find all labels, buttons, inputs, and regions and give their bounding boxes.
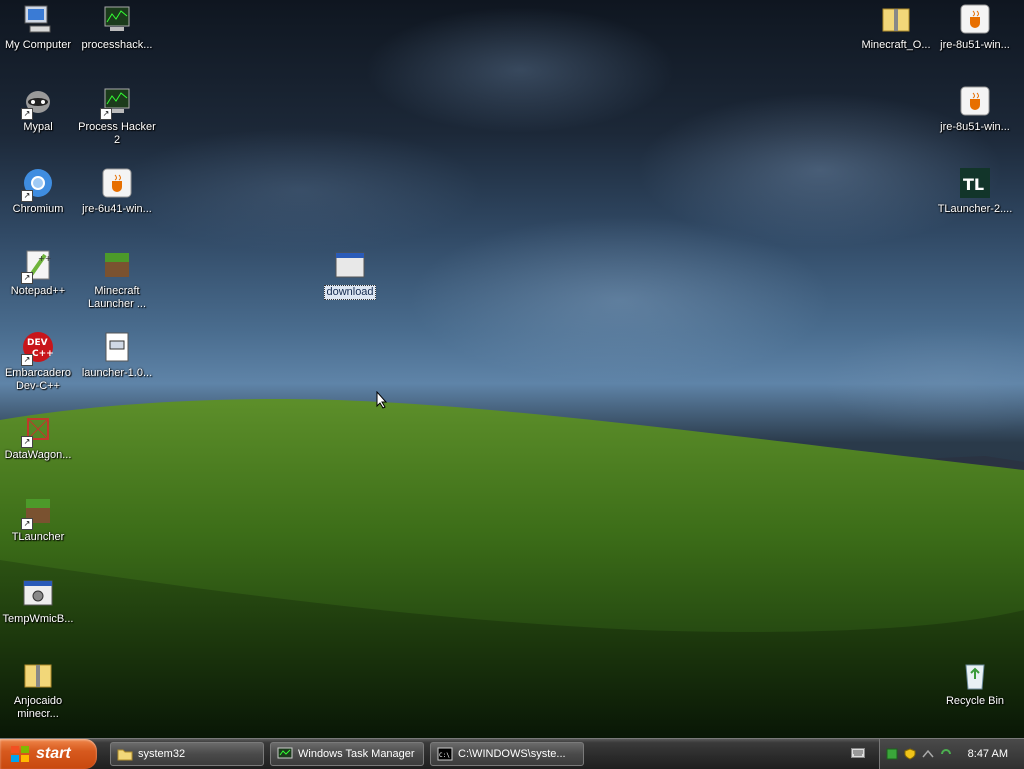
icon-label: Mypal — [23, 121, 53, 133]
java-installer-icon — [100, 166, 134, 200]
process-hacker-icon: ↗ — [100, 84, 134, 120]
icon-label: Notepad++ — [10, 285, 66, 297]
document-icon — [100, 330, 134, 364]
devcpp-icon: DEV C++ ↗ — [21, 330, 55, 366]
java-installer-icon — [958, 84, 992, 118]
shortcut-arrow-icon: ↗ — [21, 108, 33, 120]
mouse-cursor-icon — [376, 391, 388, 409]
batch-file-icon — [21, 576, 55, 610]
security-shield-icon[interactable] — [904, 748, 916, 760]
desktop-icon-processhacker[interactable]: ↗ Process Hacker 2 — [77, 84, 157, 147]
recycle-bin-icon — [958, 658, 992, 692]
tlauncher-tl-icon: TL — [958, 166, 992, 200]
start-label: start — [36, 745, 71, 762]
desktop-icon-jre8-b[interactable]: jre-8u51-win... — [935, 84, 1015, 134]
svg-text:C:\: C:\ — [439, 752, 450, 759]
icon-label: Anjocaido minecr... — [13, 695, 63, 720]
datawagon-icon: ↗ — [21, 412, 55, 448]
icon-label: download — [324, 285, 376, 300]
desktop-icon-launcher-file[interactable]: launcher-1.0... — [77, 330, 157, 380]
minecraft-grass-icon — [100, 248, 134, 282]
icon-label: processhack... — [81, 39, 153, 51]
system-tray: 8:47 AM — [879, 739, 1024, 769]
task-label: Windows Task Manager — [298, 748, 415, 760]
desktop-icon-minecraft-zip[interactable]: Minecraft_O... — [856, 2, 936, 52]
shortcut-arrow-icon: ↗ — [21, 272, 33, 284]
taskbar-button-task-manager[interactable]: Windows Task Manager — [270, 742, 424, 766]
desktop-icon-processhacker-installer[interactable]: processhack... — [77, 2, 157, 52]
folder-icon — [117, 749, 133, 761]
desktop-icon-tlauncher-installer[interactable]: TL TLauncher-2.... — [935, 166, 1015, 216]
icon-label: launcher-1.0... — [81, 367, 153, 379]
desktop-icon-anjocaido[interactable]: Anjocaido minecr... — [0, 658, 78, 721]
icon-label: TempWmicB... — [2, 613, 74, 625]
tlauncher-grass-icon: ↗ — [21, 494, 55, 530]
my-computer-icon — [21, 2, 55, 36]
desktop-icon-mypal[interactable]: ↗ Mypal — [0, 84, 78, 134]
clock[interactable]: 8:47 AM — [968, 748, 1008, 760]
icon-label: jre-8u51-win... — [940, 39, 1010, 51]
icon-label: Minecraft_O... — [861, 39, 931, 51]
recycle-tray-icon[interactable] — [940, 748, 952, 760]
taskbar-button-system32[interactable]: system32 — [110, 742, 264, 766]
window-app-icon — [333, 248, 367, 282]
shortcut-arrow-icon: ↗ — [100, 108, 112, 120]
icon-label: Process Hacker 2 — [78, 121, 156, 146]
network-icon[interactable] — [922, 748, 934, 760]
desktop-icon-minecraft-launcher[interactable]: Minecraft Launcher ... — [77, 248, 157, 311]
task-manager-icon — [277, 747, 293, 759]
svg-text:++: ++ — [38, 254, 51, 263]
svg-text:DEV: DEV — [27, 338, 48, 348]
desktop-icon-jre6[interactable]: jre-6u41-win... — [77, 166, 157, 216]
taskbar-button-cmd[interactable]: C:\ C:\WINDOWS\syste... — [430, 742, 584, 766]
desktop-icon-tempwmic[interactable]: TempWmicB... — [0, 576, 78, 626]
icon-label: Embarcadero Dev-C++ — [4, 367, 72, 392]
icon-label: TLauncher-2.... — [937, 203, 1013, 215]
icon-label: jre-8u51-win... — [940, 121, 1010, 133]
icon-label: Recycle Bin — [945, 695, 1005, 707]
icon-label: DataWagon... — [4, 449, 72, 461]
desktop-icon-my-computer[interactable]: My Computer — [0, 2, 78, 52]
chromium-icon: ↗ — [21, 166, 55, 202]
icon-label: jre-6u41-win... — [82, 203, 152, 215]
zip-folder-icon — [879, 2, 913, 36]
shortcut-arrow-icon: ↗ — [21, 354, 33, 366]
zip-folder-icon — [21, 658, 55, 692]
start-button[interactable]: start — [0, 739, 97, 769]
desktop-icon-download[interactable]: download — [310, 248, 390, 300]
taskbar: start system32 Windows Task Manager C:\ … — [0, 738, 1024, 769]
task-label: C:\WINDOWS\syste... — [458, 748, 566, 760]
icon-label: TLauncher — [11, 531, 65, 543]
cmd-icon: C:\ — [437, 747, 453, 761]
icon-label: Chromium — [12, 203, 64, 215]
desktop-icon-devcpp[interactable]: DEV C++ ↗ Embarcadero Dev-C++ — [0, 330, 78, 393]
desktop-icon-jre8-a[interactable]: jre-8u51-win... — [935, 2, 1015, 52]
icon-label: My Computer — [4, 39, 72, 51]
process-hacker-icon — [100, 2, 134, 36]
desktop-icon-chromium[interactable]: ↗ Chromium — [0, 166, 78, 216]
java-installer-icon — [958, 2, 992, 36]
task-label: system32 — [138, 748, 186, 760]
shortcut-arrow-icon: ↗ — [21, 190, 33, 202]
svg-text:C++: C++ — [32, 349, 54, 359]
desktop-icon-datawagon[interactable]: ↗ DataWagon... — [0, 412, 78, 462]
green-status-icon[interactable] — [886, 748, 898, 760]
notepad-plus-plus-icon: ++ ↗ — [21, 248, 55, 284]
shortcut-arrow-icon: ↗ — [21, 518, 33, 530]
svg-text:TL: TL — [963, 175, 984, 194]
desktop-icon-recycle-bin[interactable]: Recycle Bin — [935, 658, 1015, 708]
windows-flag-icon — [11, 746, 29, 762]
icon-label: Minecraft Launcher ... — [87, 285, 147, 310]
mypal-icon: ↗ — [21, 84, 55, 120]
desktop-icon-notepadpp[interactable]: ++ ↗ Notepad++ — [0, 248, 78, 298]
desktop-icon-tlauncher[interactable]: ↗ TLauncher — [0, 494, 78, 544]
desktop[interactable]: My Computer ↗ Mypal ↗ Chromium ++ ↗ Note… — [0, 0, 1024, 738]
keyboard-language-icon[interactable] — [851, 748, 865, 758]
shortcut-arrow-icon: ↗ — [21, 436, 33, 448]
